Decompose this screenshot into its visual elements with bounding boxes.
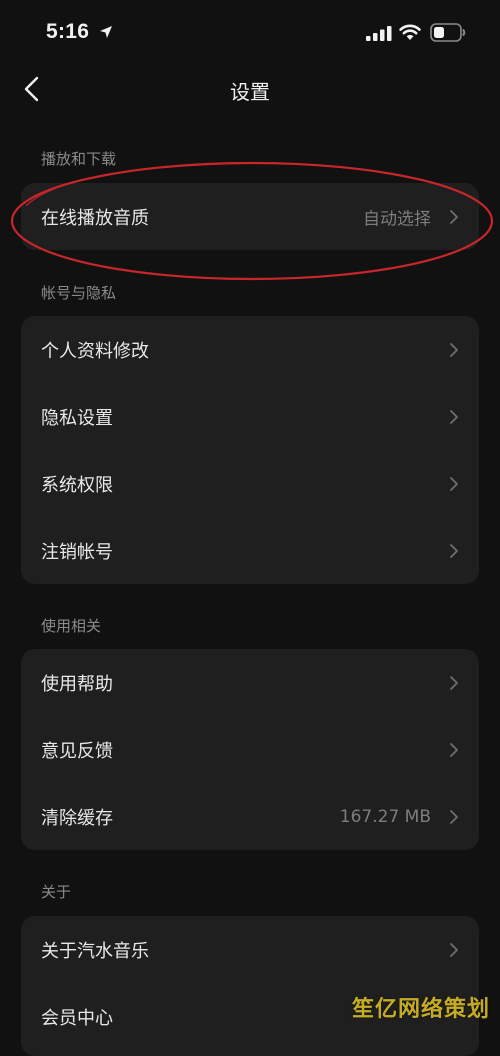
row-clear-cache[interactable]: 清除缓存 167.27 MB	[21, 783, 479, 850]
row-label: 隐私设置	[41, 407, 113, 429]
row-label: 意见反馈	[41, 740, 113, 762]
chevron-right-icon	[450, 809, 458, 824]
card-about: 关于汽水音乐 会员中心	[21, 916, 479, 1056]
chevron-right-icon	[450, 409, 458, 424]
row-privacy-settings[interactable]: 隐私设置	[21, 383, 479, 450]
card-usage: 使用帮助 意见反馈 清除缓存 167.27 MB	[21, 649, 479, 850]
chevron-right-icon	[450, 543, 458, 558]
nav-bar: 设置	[0, 66, 500, 114]
page-title: 设置	[230, 80, 270, 104]
wifi-icon	[399, 24, 421, 40]
row-label: 个人资料修改	[41, 340, 149, 362]
section-header-playback: 播放和下载	[41, 150, 117, 168]
battery-icon	[430, 23, 466, 42]
row-profile-edit[interactable]: 个人资料修改	[21, 316, 479, 383]
cellular-signal-icon	[366, 26, 392, 41]
card-account: 个人资料修改 隐私设置 系统权限 注销帐号	[21, 316, 479, 584]
chevron-right-icon	[450, 942, 458, 957]
chevron-right-icon	[450, 742, 458, 757]
row-delete-account[interactable]: 注销帐号	[21, 517, 479, 584]
location-arrow-icon	[100, 26, 112, 38]
row-label: 清除缓存	[41, 807, 113, 829]
chevron-right-icon	[450, 342, 458, 357]
row-online-quality[interactable]: 在线播放音质 自动选择	[21, 183, 479, 250]
card-playback: 在线播放音质 自动选择	[21, 183, 479, 250]
row-about-app[interactable]: 关于汽水音乐	[21, 916, 479, 983]
row-label: 关于汽水音乐	[41, 940, 149, 962]
row-label: 注销帐号	[41, 541, 113, 563]
row-value: 自动选择	[363, 209, 431, 229]
section-header-account: 帐号与隐私	[41, 284, 117, 302]
row-system-permissions[interactable]: 系统权限	[21, 450, 479, 517]
chevron-right-icon	[450, 675, 458, 690]
status-bar: 5:16	[0, 0, 500, 66]
chevron-right-icon	[450, 209, 458, 224]
row-label: 使用帮助	[41, 673, 113, 695]
row-help[interactable]: 使用帮助	[21, 649, 479, 716]
row-label: 系统权限	[41, 474, 113, 496]
row-label: 会员中心	[41, 1007, 113, 1029]
row-label: 在线播放音质	[41, 207, 149, 229]
chevron-right-icon	[450, 476, 458, 491]
cache-size-value: 167.27 MB	[339, 806, 431, 827]
row-feedback[interactable]: 意见反馈	[21, 716, 479, 783]
section-header-usage: 使用相关	[41, 617, 102, 635]
watermark: 笙亿网络策划	[351, 997, 490, 1022]
section-header-about: 关于	[41, 883, 72, 901]
status-time: 5:16	[46, 20, 90, 43]
